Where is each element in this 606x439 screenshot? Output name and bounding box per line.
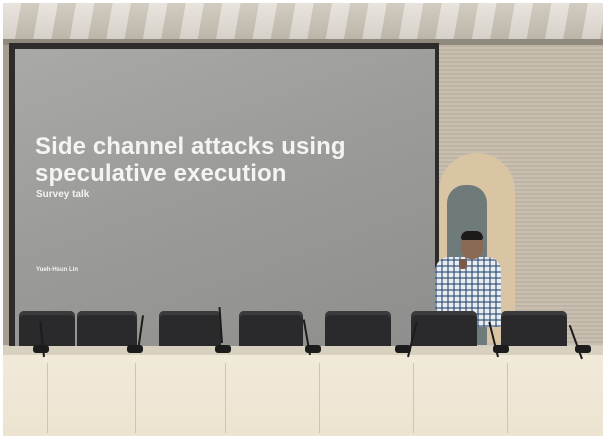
slide-title-line-2: speculative execution — [35, 160, 287, 187]
desk-microphone-base — [305, 345, 321, 353]
slide-title-line-1: Side channel attacks using — [35, 133, 346, 160]
desk-microphone-base — [395, 345, 411, 353]
slide-author: Yueh-Hsun Lin — [36, 267, 78, 273]
desk-panel-seam — [135, 363, 136, 433]
desk-panel-seam — [507, 363, 508, 433]
desk-microphone-base — [215, 345, 231, 353]
handheld-microphone — [459, 259, 467, 269]
speaker-hair — [461, 231, 483, 240]
desk-front — [3, 355, 603, 436]
chair — [325, 311, 391, 351]
desk-panel-seam — [319, 363, 320, 433]
desk-microphone-base — [493, 345, 509, 353]
chair — [411, 311, 477, 351]
desk-microphone-base — [127, 345, 143, 353]
chair — [239, 311, 303, 351]
chair — [501, 311, 567, 351]
photo: Side channel attacks using speculative e… — [3, 3, 603, 436]
slide-title: Side channel attacks using speculative e… — [35, 133, 415, 187]
desk-panel-seam — [413, 363, 414, 433]
slide-subtitle: Survey talk — [36, 189, 90, 200]
chair — [159, 311, 221, 351]
desk-panel-seam — [225, 363, 226, 433]
desk-microphone-base — [575, 345, 591, 353]
desk-microphone-base — [33, 345, 49, 353]
desk-panel-seam — [47, 363, 48, 433]
